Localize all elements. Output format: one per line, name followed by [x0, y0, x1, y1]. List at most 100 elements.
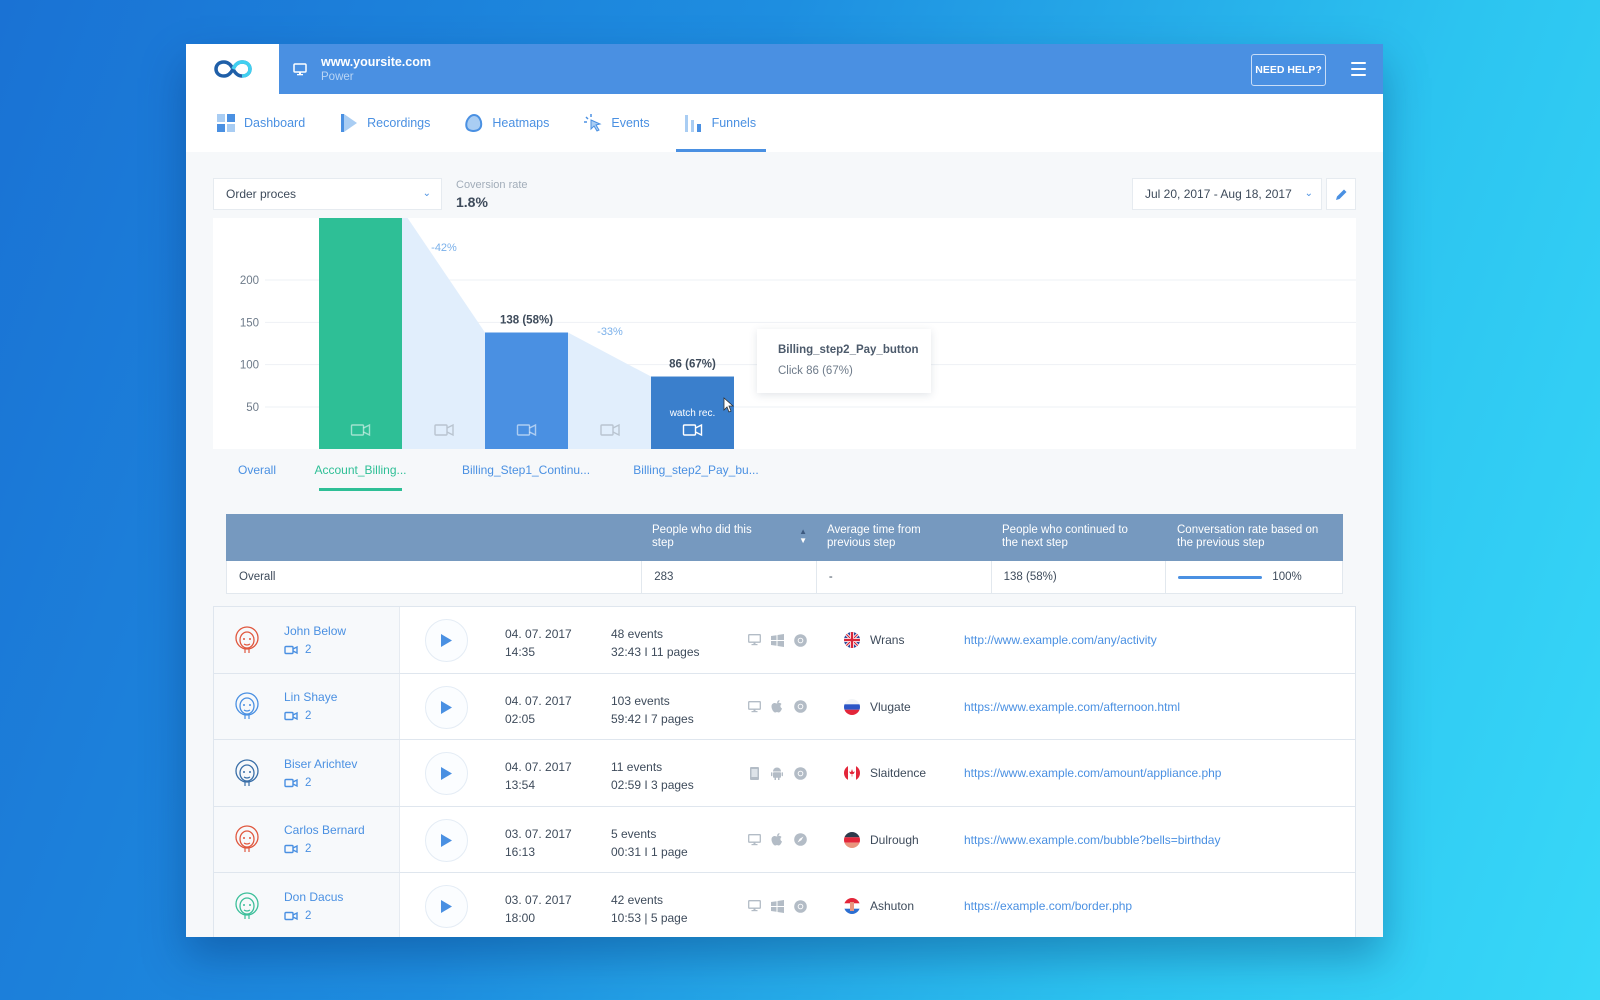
- step-tab-3[interactable]: Billing_step2_Pay_bu...: [628, 449, 764, 491]
- summary-table-header: People who did this step ▲ ▼ Average time…: [226, 514, 1343, 561]
- col-header-people-label: People who did this step: [652, 524, 752, 549]
- recording-duration: 59:42 I 7 pages: [611, 711, 694, 726]
- recording-stats: 48 events 32:43 I 11 pages: [611, 625, 700, 661]
- rate-value: 100%: [1272, 571, 1302, 583]
- play-button[interactable]: [425, 619, 468, 662]
- rate-progress-bar: [1178, 575, 1263, 579]
- flag-de-icon: [844, 831, 860, 848]
- user-name[interactable]: Carlos Bernard: [284, 823, 365, 837]
- nav-tab-dashboard[interactable]: Dashboard: [216, 94, 305, 152]
- step-tab-2[interactable]: Billing_Step1_Continu...: [458, 449, 594, 491]
- funnel-select[interactable]: Order proces ⌄: [213, 178, 442, 210]
- recording-events: 11 events: [611, 760, 663, 774]
- recording-count-value: 2: [305, 843, 312, 856]
- recording-user: Lin Shaye 2: [214, 673, 400, 739]
- user-name[interactable]: Don Dacus: [284, 890, 343, 904]
- flag-nl-icon: [844, 898, 860, 914]
- recording-duration: 02:59 I 3 pages: [611, 778, 694, 792]
- recording-datetime: 04. 07. 2017 13:54: [505, 758, 572, 794]
- chrome-icon: [793, 633, 807, 647]
- recording-url-link[interactable]: https://example.com/border.php: [964, 899, 1132, 913]
- recording-user: Don Dacus 2: [214, 873, 400, 937]
- recording-count[interactable]: 2: [284, 710, 337, 722]
- nav-tab-heatmaps[interactable]: Heatmaps: [464, 94, 549, 152]
- windows-icon: [770, 899, 784, 913]
- play-button[interactable]: [425, 885, 468, 928]
- recording-row[interactable]: John Below 2 04. 07. 2017 14:35 48 event…: [213, 606, 1356, 673]
- recording-date: 04. 07. 2017: [505, 627, 572, 641]
- play-icon: [441, 833, 452, 847]
- recording-row[interactable]: Carlos Bernard 2 03. 07. 2017 16:13 5 ev…: [213, 805, 1356, 872]
- nav-label: Events: [611, 116, 650, 130]
- hamburger-menu-icon[interactable]: [1351, 62, 1366, 76]
- apple-icon: [770, 833, 784, 847]
- step-tab-1[interactable]: Account_Billing...: [314, 449, 407, 491]
- dropoff-label: -33%: [597, 326, 623, 338]
- recording-url-link[interactable]: https://www.example.com/bubble?bells=bir…: [964, 833, 1220, 847]
- col-header-avg-time: Average time from previous step: [827, 524, 921, 549]
- play-button[interactable]: [425, 685, 468, 729]
- app-window: www.yoursite.com Power NEED HELP? Dashbo…: [186, 44, 1383, 937]
- recording-count[interactable]: 2: [284, 910, 343, 922]
- funnel-chart: 50100150200-42%-33%283138 (58%)86 (67%)w…: [213, 218, 1356, 449]
- sort-icon[interactable]: ▲ ▼: [799, 527, 807, 545]
- infinity-logo-icon: [213, 60, 252, 78]
- recording-count-value: 2: [305, 776, 312, 789]
- recording-time: 18:00: [505, 911, 536, 925]
- watch-recording-label: watch rec.: [669, 408, 716, 419]
- funnel-bar: [319, 218, 402, 449]
- events-icon: [583, 113, 603, 133]
- recording-events: 103 events: [611, 693, 670, 708]
- date-range-select[interactable]: Jul 20, 2017 - Aug 18, 2017 ⌄: [1132, 178, 1322, 210]
- recording-date: 03. 07. 2017: [505, 826, 572, 841]
- recording-user: Biser Arichtev 2: [214, 740, 400, 806]
- site-url: www.yoursite.com: [321, 55, 431, 69]
- recordings-list: John Below 2 04. 07. 2017 14:35 48 event…: [213, 606, 1356, 937]
- nav-tab-funnels[interactable]: Funnels: [675, 94, 767, 152]
- android-icon: [770, 766, 784, 780]
- recording-count[interactable]: 2: [284, 843, 365, 855]
- location-name: Slaitdence: [870, 766, 927, 780]
- flag-ca-icon: [844, 765, 860, 781]
- recording-user: Carlos Bernard 2: [214, 806, 400, 872]
- recording-row[interactable]: Biser Arichtev 2 04. 07. 2017 13:54 11 e…: [213, 739, 1356, 806]
- recording-count-value: 2: [305, 909, 312, 922]
- nav-tab-events[interactable]: Events: [583, 94, 650, 152]
- location-name: Ashuton: [870, 899, 915, 913]
- desktop-icon: [747, 633, 761, 647]
- funnel-bar: [485, 332, 568, 449]
- site-selector[interactable]: www.yoursite.com Power: [293, 55, 431, 83]
- user-name[interactable]: Lin Shaye: [284, 690, 337, 704]
- recording-row[interactable]: Lin Shaye 2 04. 07. 2017 02:05 103 event…: [213, 672, 1356, 739]
- conversion-rate-value: 1.8%: [456, 194, 488, 210]
- recording-datetime: 03. 07. 2017 16:13: [505, 825, 572, 861]
- step-tab-overall[interactable]: Overall: [227, 449, 287, 491]
- user-avatar-icon: [235, 692, 259, 720]
- recording-url-link[interactable]: https://www.example.com/afternoon.html: [964, 700, 1180, 714]
- nav-label: Recordings: [367, 116, 431, 130]
- edit-funnel-button[interactable]: [1326, 178, 1356, 210]
- nav-tab-recordings[interactable]: Recordings: [339, 94, 430, 152]
- nav-label: Heatmaps: [492, 116, 550, 130]
- device-info: [747, 766, 807, 780]
- conversion-rate: Coversion rate 1.8%: [456, 179, 528, 210]
- logo[interactable]: [186, 44, 279, 94]
- user-name[interactable]: Biser Arichtev: [284, 757, 357, 771]
- recording-count[interactable]: 2: [284, 644, 346, 656]
- desktop-icon: [747, 899, 761, 913]
- play-button[interactable]: [425, 818, 468, 862]
- recording-row[interactable]: Don Dacus 2 03. 07. 2017 18:00 42 events…: [213, 872, 1356, 937]
- user-name[interactable]: John Below: [284, 624, 346, 638]
- need-help-button[interactable]: NEED HELP?: [1251, 54, 1326, 86]
- recording-date: 04. 07. 2017: [505, 693, 572, 708]
- col-header-people[interactable]: People who did this step ▲ ▼: [642, 514, 817, 561]
- heatmaps-icon: [464, 113, 484, 133]
- tooltip-title: Billing_step2_Pay_button: [778, 344, 919, 356]
- play-icon: [441, 700, 452, 714]
- recording-count[interactable]: 2: [284, 777, 357, 789]
- recording-url-link[interactable]: https://www.example.com/amount/appliance…: [964, 766, 1221, 780]
- cell-rate: 100%: [1166, 561, 1342, 593]
- recording-url-link[interactable]: http://www.example.com/any/activity: [964, 633, 1157, 647]
- recording-location: Vlugate: [844, 698, 911, 715]
- play-button[interactable]: [425, 752, 468, 795]
